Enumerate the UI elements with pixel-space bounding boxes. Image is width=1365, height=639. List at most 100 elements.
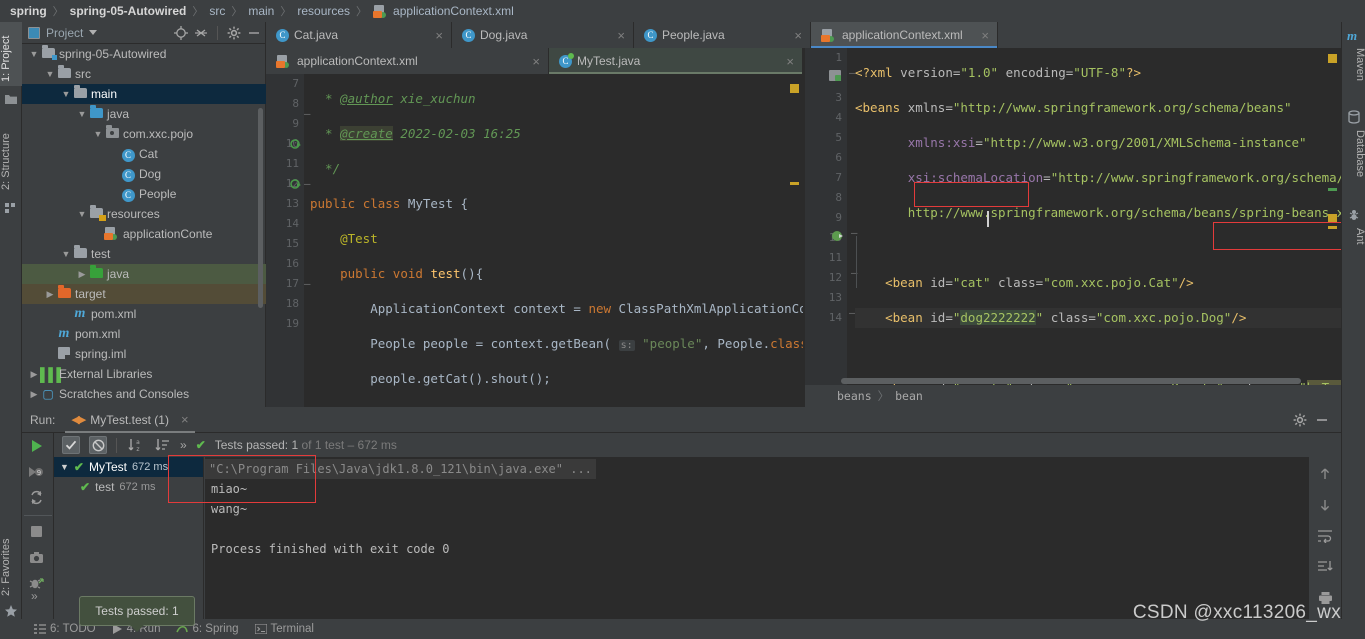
close-icon[interactable]: ×	[786, 54, 794, 69]
gear-icon[interactable]	[227, 26, 241, 40]
close-icon[interactable]: ×	[181, 412, 189, 427]
breadcrumb-item-src[interactable]: src	[209, 4, 225, 18]
test-tree-row-test[interactable]: ✔ test 672 ms	[54, 477, 203, 497]
project-tree-scrollbar[interactable]	[258, 108, 263, 308]
project-tree[interactable]: ▼ spring-05-Autowired ▼ src ▼ main ▼ java ▼ com.x…	[22, 44, 266, 407]
chevron-right-icon[interactable]: ▶	[44, 289, 56, 300]
down-arrow-icon[interactable]	[1318, 498, 1332, 515]
chevron-down-icon[interactable]	[89, 30, 98, 35]
xml-breadcrumb-bean[interactable]: bean	[895, 389, 923, 403]
tree-node[interactable]: ▶ target	[22, 284, 266, 304]
xml-breadcrumb-beans[interactable]: beans	[837, 389, 872, 403]
xml-horizontal-scrollbar[interactable]	[841, 378, 1301, 384]
collapse-all-icon[interactable]	[194, 26, 208, 40]
chevron-down-icon[interactable]: ▼	[60, 89, 72, 99]
stop-icon[interactable]	[30, 525, 43, 541]
sidebar-item-structure[interactable]: 2: Structure	[0, 114, 22, 194]
tree-node[interactable]: C Dog	[22, 164, 266, 184]
close-icon[interactable]: ×	[435, 28, 443, 43]
tree-node[interactable]: ▼ com.xxc.pojo	[22, 124, 266, 144]
run-class-gutter-icon[interactable]	[290, 139, 301, 150]
close-icon[interactable]: ×	[532, 54, 540, 69]
tab-mytest-java[interactable]: C MyTest.java ×	[549, 48, 803, 74]
tree-node[interactable]: m pom.xml	[22, 324, 266, 344]
tree-node[interactable]: ▼ test	[22, 244, 266, 264]
chevron-right-icon[interactable]: ▶	[76, 269, 88, 280]
close-icon[interactable]: ×	[794, 28, 802, 43]
export-icon[interactable]	[29, 551, 44, 567]
tree-node[interactable]: ▼ main	[22, 84, 266, 104]
xml-editor-pane[interactable]: 123 456 789 101112 1314 ─ ─ ─ ─ <?xml ve…	[805, 48, 1341, 407]
xml-schema-gutter-icon[interactable]	[829, 70, 843, 84]
tree-node[interactable]: ▶ ▢ Scratches and Consoles	[22, 384, 266, 404]
show-passed-icon[interactable]	[62, 436, 80, 454]
tree-node[interactable]: ▶ ▌▌▌ External Libraries	[22, 364, 266, 384]
java-editor-pane[interactable]: 789 10 11 12 13 14 15 16 17 18 19 ─ ─ ─ * @aut…	[266, 74, 803, 407]
chevron-down-icon[interactable]: ▼	[60, 249, 72, 259]
tree-node[interactable]: C People	[22, 184, 266, 204]
tab-people-java[interactable]: C People.java ×	[634, 22, 811, 48]
minimize-icon[interactable]	[247, 26, 261, 40]
warning-stripe[interactable]	[1328, 226, 1337, 229]
sidebar-item-ant[interactable]: Ant	[1342, 224, 1365, 260]
close-icon[interactable]: ×	[981, 28, 989, 43]
sidebar-item-maven[interactable]: Maven	[1342, 44, 1365, 100]
tree-node[interactable]: ▼ src	[22, 64, 266, 84]
breadcrumb-item-project[interactable]: spring	[10, 4, 47, 18]
breadcrumb-item-main[interactable]: main	[248, 4, 274, 18]
tree-node[interactable]: applicationConte	[22, 224, 266, 244]
crosshair-icon[interactable]	[174, 25, 188, 40]
more-icon[interactable]: »	[31, 589, 38, 603]
tree-node[interactable]: ▶ java	[22, 264, 266, 284]
chevron-down-icon[interactable]: ▼	[92, 129, 104, 139]
rerun-auto-icon[interactable]	[29, 490, 44, 508]
run-icon[interactable]	[29, 439, 43, 456]
tree-node[interactable]: C Cat	[22, 144, 266, 164]
chevron-right-icon[interactable]: ▶	[28, 369, 40, 380]
gear-icon[interactable]	[1293, 413, 1307, 427]
tree-node[interactable]: spring.iml	[22, 344, 266, 364]
chevron-right-icon[interactable]: ▶	[28, 389, 40, 400]
sort-duration-icon[interactable]	[153, 436, 171, 454]
tree-node[interactable]: ▼ java	[22, 104, 266, 124]
chevron-down-icon[interactable]: ▼	[76, 109, 88, 119]
sort-alpha-icon[interactable]: az	[126, 436, 144, 454]
breadcrumb-item-module[interactable]: spring-05-Autowired	[70, 4, 187, 18]
chevron-down-icon[interactable]: ▼	[76, 209, 88, 219]
tab-dog-java[interactable]: C Dog.java ×	[452, 22, 634, 48]
xml-code-text[interactable]: <?xml version="1.0" encoding="UTF-8"?> <…	[855, 48, 1341, 407]
chevron-down-icon[interactable]: ▼	[28, 49, 40, 59]
console-output[interactable]: "C:\Program Files\Java\jdk1.8.0_121\bin\…	[205, 457, 1309, 619]
warning-stripe[interactable]	[790, 182, 799, 185]
test-results-tree[interactable]: ▼ ✔ MyTest 672 ms ✔ test 672 ms	[54, 457, 204, 619]
bean-gutter-icon[interactable]	[831, 229, 845, 243]
close-icon[interactable]: ×	[617, 28, 625, 43]
expand-more-icon[interactable]: »	[180, 438, 187, 452]
breadcrumb-item-file[interactable]: applicationContext.xml	[393, 4, 514, 18]
tab-applicationcontext-xml-split[interactable]: applicationContext.xml ×	[266, 48, 549, 74]
breadcrumb-item-resources[interactable]: resources	[297, 4, 350, 18]
tree-node[interactable]: ▼ spring-05-Autowired	[22, 44, 266, 64]
rerun-failed-icon[interactable]: 9	[28, 465, 44, 482]
up-arrow-icon[interactable]	[1318, 467, 1332, 484]
status-item-terminal[interactable]: Terminal	[254, 623, 314, 635]
scroll-to-end-icon[interactable]	[1317, 560, 1333, 577]
tree-node[interactable]: ▼ resources	[22, 204, 266, 224]
tab-applicationcontext-xml-active[interactable]: applicationContext.xml ×	[811, 22, 998, 48]
sidebar-item-project[interactable]: 1: Project	[0, 22, 22, 86]
sidebar-item-favorites[interactable]: 2: Favorites	[0, 520, 22, 600]
test-tree-row-mytest[interactable]: ▼ ✔ MyTest 672 ms	[54, 457, 203, 477]
warning-marker[interactable]	[1328, 214, 1337, 223]
java-code-text[interactable]: * @author xie_xuchun * @create 2022-02-0…	[310, 74, 803, 407]
run-method-gutter-icon[interactable]	[290, 179, 301, 190]
sidebar-item-database[interactable]: Database	[1342, 126, 1365, 198]
hide-ignored-icon[interactable]	[89, 436, 107, 454]
warning-marker[interactable]	[790, 84, 799, 93]
chevron-down-icon[interactable]: ▼	[60, 462, 69, 472]
change-stripe[interactable]	[1328, 188, 1337, 191]
run-tab-mytest[interactable]: ◀▶ MyTest.test (1) ×	[65, 407, 195, 433]
tree-node[interactable]: m pom.xml	[22, 304, 266, 324]
inspection-status-marker[interactable]	[1328, 54, 1337, 63]
soft-wrap-icon[interactable]	[1317, 529, 1333, 546]
tab-cat-java[interactable]: C Cat.java ×	[266, 22, 452, 48]
